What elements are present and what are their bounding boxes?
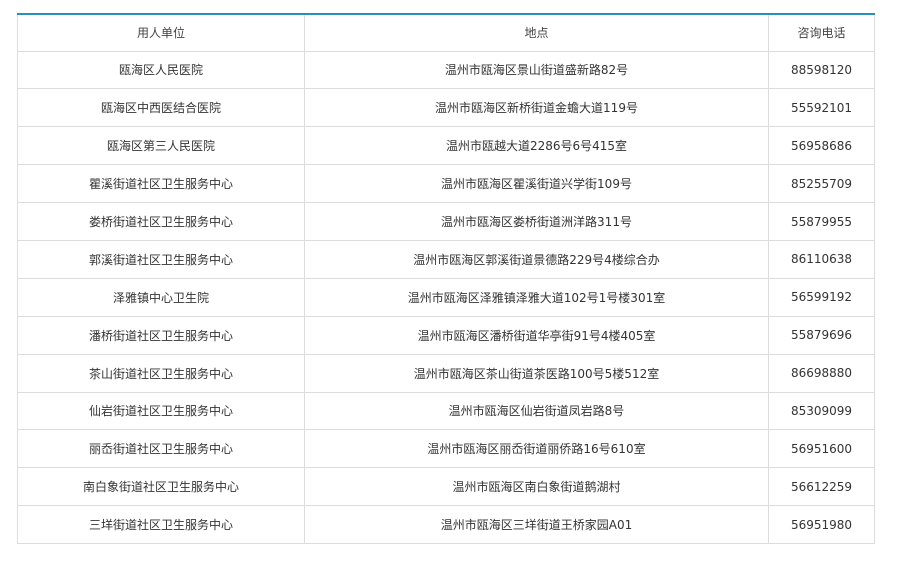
cell-phone: 55592101: [768, 88, 875, 128]
cell-location: 温州市瓯海区潘桥街道华亭街91号4楼405室: [304, 315, 769, 355]
cell-location: 温州市瓯海区泽雅镇泽雅大道102号1号楼301室: [304, 277, 769, 317]
cell-employer: 瞿溪街道社区卫生服务中心: [17, 164, 305, 204]
table-row: 仙岩街道社区卫生服务中心 温州市瓯海区仙岩街道凤岩路8号 85309099: [17, 391, 875, 431]
cell-employer: 茶山街道社区卫生服务中心: [17, 353, 305, 393]
cell-location: 温州市瓯海区茶山街道茶医路100号5楼512室: [304, 353, 769, 393]
cell-location: 温州市瓯海区景山街道盛新路82号: [304, 50, 769, 90]
cell-location: 温州市瓯海区郭溪街道景德路229号4楼综合办: [304, 239, 769, 279]
header-employer: 用人单位: [17, 13, 305, 52]
cell-employer: 瓯海区中西医结合医院: [17, 88, 305, 128]
cell-employer: 丽岙街道社区卫生服务中心: [17, 429, 305, 469]
cell-phone: 55879955: [768, 202, 875, 241]
employer-table-container: 用人单位 地点 咨询电话 瓯海区人民医院 温州市瓯海区景山街道盛新路82号 8859…: [17, 13, 875, 545]
table-row: 泽雅镇中心卫生院 温州市瓯海区泽雅镇泽雅大道102号1号楼301室 56599192: [17, 277, 875, 317]
cell-location: 温州市瓯海区三垟街道王桥家园A01: [304, 505, 769, 545]
cell-phone: 88598120: [768, 50, 875, 90]
cell-location: 温州市瓯海区瞿溪街道兴学街109号: [304, 164, 769, 204]
table-row: 瓯海区第三人民医院 温州市瓯越大道2286号6号415室 56958686: [17, 126, 875, 166]
cell-phone: 56612259: [768, 467, 875, 507]
header-phone: 咨询电话: [768, 13, 875, 52]
cell-employer: 三垟街道社区卫生服务中心: [17, 505, 305, 545]
cell-location: 温州市瓯海区南白象街道鹅湖村: [304, 467, 769, 507]
cell-phone: 56951600: [768, 429, 875, 469]
table-row: 瓯海区人民医院 温州市瓯海区景山街道盛新路82号 88598120: [17, 50, 875, 90]
cell-phone: 56599192: [768, 277, 875, 317]
cell-location: 温州市瓯海区仙岩街道凤岩路8号: [304, 391, 769, 431]
cell-phone: 85309099: [768, 391, 875, 431]
table-row: 郭溪街道社区卫生服务中心 温州市瓯海区郭溪街道景德路229号4楼综合办 861106…: [17, 239, 875, 279]
cell-employer: 娄桥街道社区卫生服务中心: [17, 202, 305, 241]
cell-employer: 仙岩街道社区卫生服务中心: [17, 391, 305, 431]
cell-location: 温州市瓯海区新桥街道金蟾大道119号: [304, 88, 769, 128]
header-row: 用人单位 地点 咨询电话: [17, 13, 875, 52]
table-row: 瓯海区中西医结合医院 温州市瓯海区新桥街道金蟾大道119号 55592101: [17, 88, 875, 128]
cell-employer: 瓯海区第三人民医院: [17, 126, 305, 166]
table-row: 南白象街道社区卫生服务中心 温州市瓯海区南白象街道鹅湖村 56612259: [17, 467, 875, 507]
table-row: 瞿溪街道社区卫生服务中心 温州市瓯海区瞿溪街道兴学街109号 85255709: [17, 164, 875, 204]
cell-employer: 南白象街道社区卫生服务中心: [17, 467, 305, 507]
cell-phone: 56951980: [768, 505, 875, 545]
cell-phone: 86110638: [768, 239, 875, 279]
cell-phone: 85255709: [768, 164, 875, 204]
cell-employer: 潘桥街道社区卫生服务中心: [17, 315, 305, 355]
table-body: 瓯海区人民医院 温州市瓯海区景山街道盛新路82号 88598120 瓯海区中西医结合医…: [17, 50, 875, 545]
table-row: 三垟街道社区卫生服务中心 温州市瓯海区三垟街道王桥家园A01 56951980: [17, 505, 875, 545]
cell-phone: 86698880: [768, 353, 875, 393]
cell-location: 温州市瓯海区娄桥街道洲洋路311号: [304, 202, 769, 241]
table-header: 用人单位 地点 咨询电话: [17, 13, 875, 52]
employer-contact-table: 用人单位 地点 咨询电话 瓯海区人民医院 温州市瓯海区景山街道盛新路82号 8859…: [17, 13, 875, 545]
table-row: 潘桥街道社区卫生服务中心 温州市瓯海区潘桥街道华亭街91号4楼405室 558796…: [17, 315, 875, 355]
cell-phone: 56958686: [768, 126, 875, 166]
cell-employer: 泽雅镇中心卫生院: [17, 277, 305, 317]
cell-location: 温州市瓯海区丽岙街道丽侨路16号610室: [304, 429, 769, 469]
table-row: 茶山街道社区卫生服务中心 温州市瓯海区茶山街道茶医路100号5楼512室 86698…: [17, 353, 875, 393]
cell-employer: 郭溪街道社区卫生服务中心: [17, 239, 305, 279]
table-row: 娄桥街道社区卫生服务中心 温州市瓯海区娄桥街道洲洋路311号 55879955: [17, 202, 875, 241]
header-location: 地点: [304, 13, 769, 52]
table-row: 丽岙街道社区卫生服务中心 温州市瓯海区丽岙街道丽侨路16号610室 56951600: [17, 429, 875, 469]
cell-employer: 瓯海区人民医院: [17, 50, 305, 90]
cell-location: 温州市瓯越大道2286号6号415室: [304, 126, 769, 166]
cell-phone: 55879696: [768, 315, 875, 355]
